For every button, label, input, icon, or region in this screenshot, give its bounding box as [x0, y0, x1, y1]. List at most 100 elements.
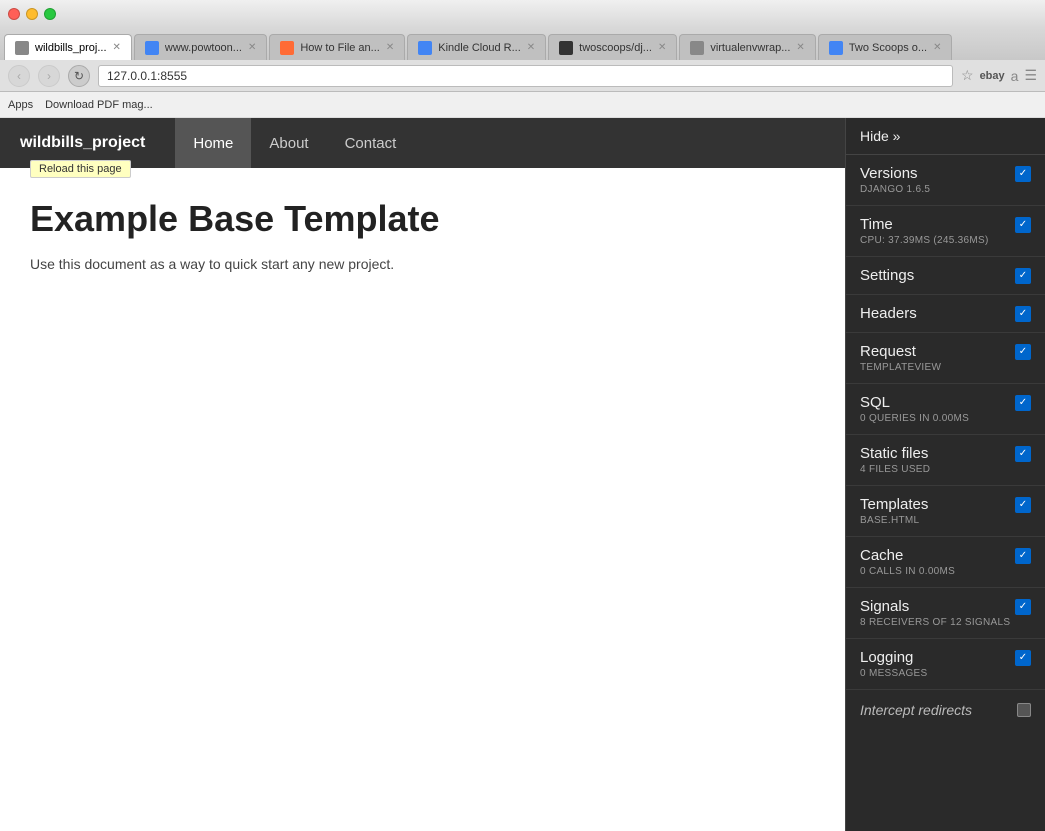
- nav-link-about[interactable]: About: [251, 118, 326, 168]
- toolbar-item-checkbox[interactable]: ✓: [1015, 395, 1031, 411]
- forward-button[interactable]: ›: [38, 65, 60, 87]
- toolbar-item-name: Signals: [860, 598, 909, 615]
- toolbar-item-name: Static files: [860, 445, 928, 462]
- toolbar-item-name: Logging: [860, 649, 913, 666]
- tab-label: twoscoops/dj...: [579, 42, 652, 54]
- toolbar-item-sub: 8 receivers of 12 signals: [860, 617, 1031, 628]
- amazon-icon[interactable]: a: [1011, 68, 1019, 84]
- toolbar-item-cache[interactable]: Cache✓0 calls in 0.00ms: [846, 537, 1045, 588]
- toolbar-item-checkbox[interactable]: ✓: [1015, 548, 1031, 564]
- address-bar[interactable]: 127.0.0.1:8555: [98, 65, 953, 87]
- django-brand: wildbills_project: [20, 134, 145, 152]
- tab-bar: wildbills_proj...✕www.powtoon...✕How to …: [0, 28, 1045, 60]
- toolbar-item-checkbox[interactable]: ✓: [1015, 217, 1031, 233]
- tab-label: www.powtoon...: [165, 42, 242, 54]
- close-button[interactable]: [8, 8, 20, 20]
- toolbar-item-checkbox[interactable]: ✓: [1015, 497, 1031, 513]
- toolbar-item-name: SQL: [860, 394, 890, 411]
- browser-tab-5[interactable]: twoscoops/dj... ✕: [548, 34, 677, 60]
- tab-favicon: [15, 41, 29, 55]
- fullscreen-button[interactable]: [44, 8, 56, 20]
- toolbar-item-settings[interactable]: Settings ✓: [846, 257, 1045, 295]
- star-icon[interactable]: ☆: [961, 67, 974, 84]
- tab-close-button[interactable]: ✕: [527, 42, 535, 53]
- toolbar-item-sub: 0 messages: [860, 668, 1031, 679]
- toolbar-item-checkbox[interactable]: ✓: [1015, 166, 1031, 182]
- browser-tab-2[interactable]: www.powtoon... ✕: [134, 34, 267, 60]
- tab-favicon: [418, 41, 432, 55]
- tab-close-button[interactable]: ✕: [113, 42, 121, 53]
- address-text: 127.0.0.1:8555: [107, 69, 187, 83]
- address-bar-icons: ☆ ebay a ☰: [961, 67, 1037, 84]
- toolbar-item-sub: TemplateView: [860, 362, 1031, 373]
- toolbar-item-checkbox[interactable]: ✓: [1015, 599, 1031, 615]
- django-site: wildbills_project HomeAboutContact Reloa…: [0, 118, 845, 831]
- toolbar-item-static-files[interactable]: Static files ✓ 4 files used: [846, 435, 1045, 486]
- toolbar-item-checkbox[interactable]: ✓: [1015, 306, 1031, 322]
- tab-close-button[interactable]: ✕: [796, 42, 804, 53]
- address-bar-row: ‹ › ↻ 127.0.0.1:8555 ☆ ebay a ☰: [0, 60, 1045, 92]
- django-nav-links: HomeAboutContact: [175, 118, 414, 168]
- toolbar-item-name: Headers: [860, 305, 917, 322]
- tab-close-button[interactable]: ✕: [658, 42, 666, 53]
- tab-label: Kindle Cloud R...: [438, 42, 521, 54]
- nav-link-contact[interactable]: Contact: [327, 118, 415, 168]
- toolbar-item-sub: 4 files used: [860, 464, 1031, 475]
- toolbar-item-name: Settings: [860, 267, 914, 284]
- toolbar-item-request[interactable]: Request ✓ TemplateView: [846, 333, 1045, 384]
- tab-label: wildbills_proj...: [35, 42, 107, 54]
- toolbar-item-sub: 0 queries in 0.00ms: [860, 413, 1031, 424]
- menu-icon[interactable]: ☰: [1024, 67, 1037, 84]
- bookmarks-bar: Apps Download PDF mag...: [0, 92, 1045, 118]
- minimize-button[interactable]: [26, 8, 38, 20]
- intercept-redirects-item[interactable]: Intercept redirects: [846, 690, 1045, 730]
- toolbar-item-signals[interactable]: Signals ✓ 8 receivers of 12 signals: [846, 588, 1045, 639]
- browser-tab-1[interactable]: wildbills_proj... ✕: [4, 34, 132, 60]
- toolbar-item-sub: Django 1.6.5: [860, 184, 1031, 195]
- toolbar-items: Versions ✓ Django 1.6.5 Time ✓ CPU: 37.39ms (…: [846, 155, 1045, 690]
- page-subtext: Use this document as a way to quick star…: [30, 256, 815, 272]
- subtext-text: Use this document as a way to quick star…: [30, 256, 394, 272]
- toolbar-item-versions[interactable]: Versions ✓ Django 1.6.5: [846, 155, 1045, 206]
- bookmark-item-1[interactable]: Download PDF mag...: [45, 99, 153, 111]
- toolbar-item-name: Time: [860, 216, 893, 233]
- tab-close-button[interactable]: ✕: [933, 42, 941, 53]
- intercept-checkbox[interactable]: [1017, 703, 1031, 717]
- toolbar-item-time[interactable]: Time ✓ CPU: 37.39ms (245.36ms): [846, 206, 1045, 257]
- browser-tab-4[interactable]: Kindle Cloud R... ✕: [407, 34, 546, 60]
- toolbar-item-name: Versions: [860, 165, 918, 182]
- tab-close-button[interactable]: ✕: [248, 42, 256, 53]
- main-area: wildbills_project HomeAboutContact Reloa…: [0, 118, 1045, 831]
- tab-favicon: [690, 41, 704, 55]
- traffic-lights: [8, 8, 56, 20]
- toolbar-item-sub: 0 calls in 0.00ms: [860, 566, 1031, 577]
- tab-favicon: [829, 41, 843, 55]
- toolbar-item-sql[interactable]: SQL ✓ 0 queries in 0.00ms: [846, 384, 1045, 435]
- back-button[interactable]: ‹: [8, 65, 30, 87]
- tab-label: Two Scoops o...: [849, 42, 927, 54]
- toolbar-item-checkbox[interactable]: ✓: [1015, 446, 1031, 462]
- browser-tab-3[interactable]: How to File an... ✕: [269, 34, 405, 60]
- toolbar-item-headers[interactable]: Headers ✓: [846, 295, 1045, 333]
- tab-close-button[interactable]: ✕: [386, 42, 394, 53]
- ebay-icon[interactable]: ebay: [980, 70, 1005, 82]
- browser-tab-6[interactable]: virtualenvwrap...✕: [679, 34, 815, 60]
- bookmark-item-0[interactable]: Apps: [8, 99, 33, 111]
- browser-tab-7[interactable]: Two Scoops o... ✕: [818, 34, 953, 60]
- tab-favicon: [280, 41, 294, 55]
- toolbar-item-logging[interactable]: Logging ✓ 0 messages: [846, 639, 1045, 690]
- toolbar-item-checkbox[interactable]: ✓: [1015, 268, 1031, 284]
- toolbar-item-templates[interactable]: Templates✓base.html: [846, 486, 1045, 537]
- nav-link-home[interactable]: Home: [175, 118, 251, 168]
- toolbar-item-checkbox[interactable]: ✓: [1015, 650, 1031, 666]
- reload-tooltip: Reload this page: [30, 160, 131, 178]
- toolbar-item-checkbox[interactable]: ✓: [1015, 344, 1031, 360]
- reload-button[interactable]: ↻: [68, 65, 90, 87]
- hide-toolbar-button[interactable]: Hide »: [846, 118, 1045, 155]
- toolbar-item-name: Templates: [860, 496, 928, 513]
- tab-label: How to File an...: [300, 42, 379, 54]
- tab-favicon: [145, 41, 159, 55]
- toolbar-item-sub: CPU: 37.39ms (245.36ms): [860, 235, 1031, 246]
- toolbar-item-name: Request: [860, 343, 916, 360]
- tab-favicon: [559, 41, 573, 55]
